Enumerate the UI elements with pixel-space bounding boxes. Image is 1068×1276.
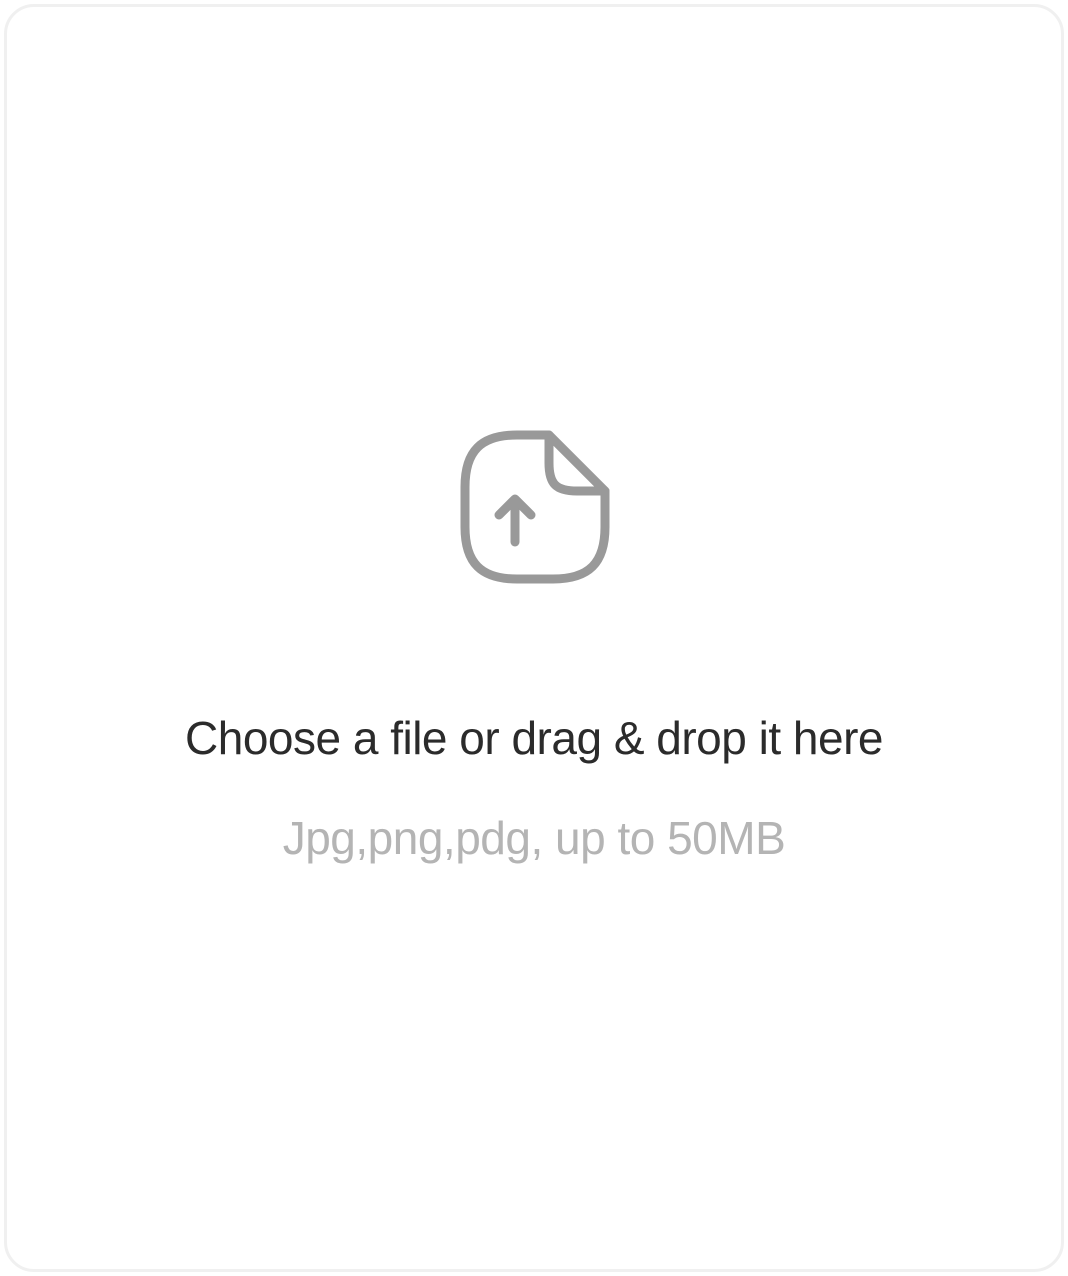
dropzone-title: Choose a file or drag & drop it here (185, 712, 883, 764)
dropzone-hint: Jpg,png,pdg, up to 50MB (282, 812, 786, 864)
file-upload-icon[interactable] (455, 427, 615, 587)
file-dropzone[interactable] (4, 4, 1064, 1272)
